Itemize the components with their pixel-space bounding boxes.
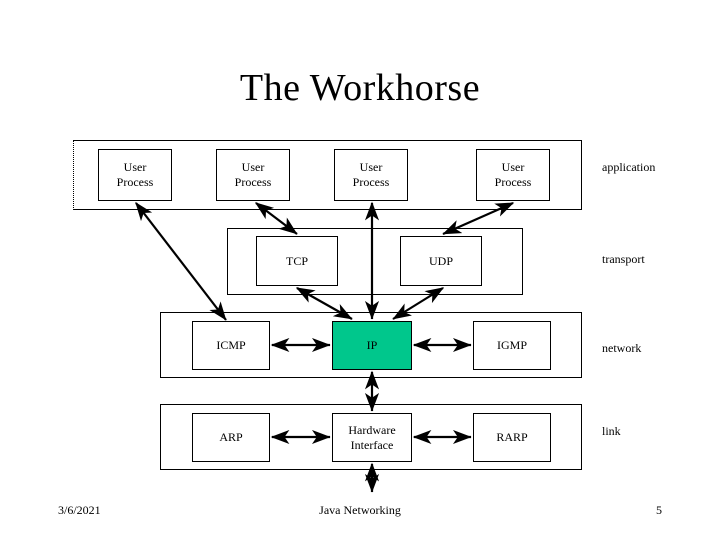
box-arp[interactable]: ARP xyxy=(192,413,270,462)
layer-name-link: link xyxy=(602,424,621,438)
arrow-user-process-1-icmp xyxy=(135,201,227,321)
box-user-process-1[interactable]: User Process xyxy=(98,149,172,201)
box-label: IGMP xyxy=(496,338,527,352)
box-label: User Process xyxy=(352,160,390,189)
box-label: TCP xyxy=(285,253,308,268)
box-label: User Process xyxy=(116,160,154,189)
box-tcp[interactable]: TCP xyxy=(256,236,338,286)
box-label: ICMP xyxy=(216,338,246,352)
box-label: User Process xyxy=(234,160,272,189)
box-ip[interactable]: IP xyxy=(332,321,412,370)
box-label: Hardware Interface xyxy=(348,422,396,452)
box-user-process-3[interactable]: User Process xyxy=(334,149,408,201)
box-label: ARP xyxy=(219,430,243,444)
slide-canvas: The Workhorse User Process User Process Us… xyxy=(0,0,720,540)
box-icmp[interactable]: ICMP xyxy=(192,321,270,370)
box-igmp[interactable]: IGMP xyxy=(473,321,551,370)
box-rarp[interactable]: RARP xyxy=(473,413,551,462)
box-label: User Process xyxy=(494,160,532,189)
box-user-process-4[interactable]: User Process xyxy=(476,149,550,201)
layer-name-application: application xyxy=(602,160,656,174)
box-label: IP xyxy=(366,338,378,352)
footer-page-number: 5 xyxy=(656,503,662,517)
box-label: UDP xyxy=(428,253,453,268)
box-user-process-2[interactable]: User Process xyxy=(216,149,290,201)
layer-name-transport: transport xyxy=(602,252,645,266)
box-label: RARP xyxy=(496,430,528,444)
layer-name-network: network xyxy=(602,341,642,355)
page-title: The Workhorse xyxy=(239,67,481,109)
box-udp[interactable]: UDP xyxy=(400,236,482,286)
box-hardware-interface[interactable]: Hardware Interface xyxy=(332,413,412,462)
